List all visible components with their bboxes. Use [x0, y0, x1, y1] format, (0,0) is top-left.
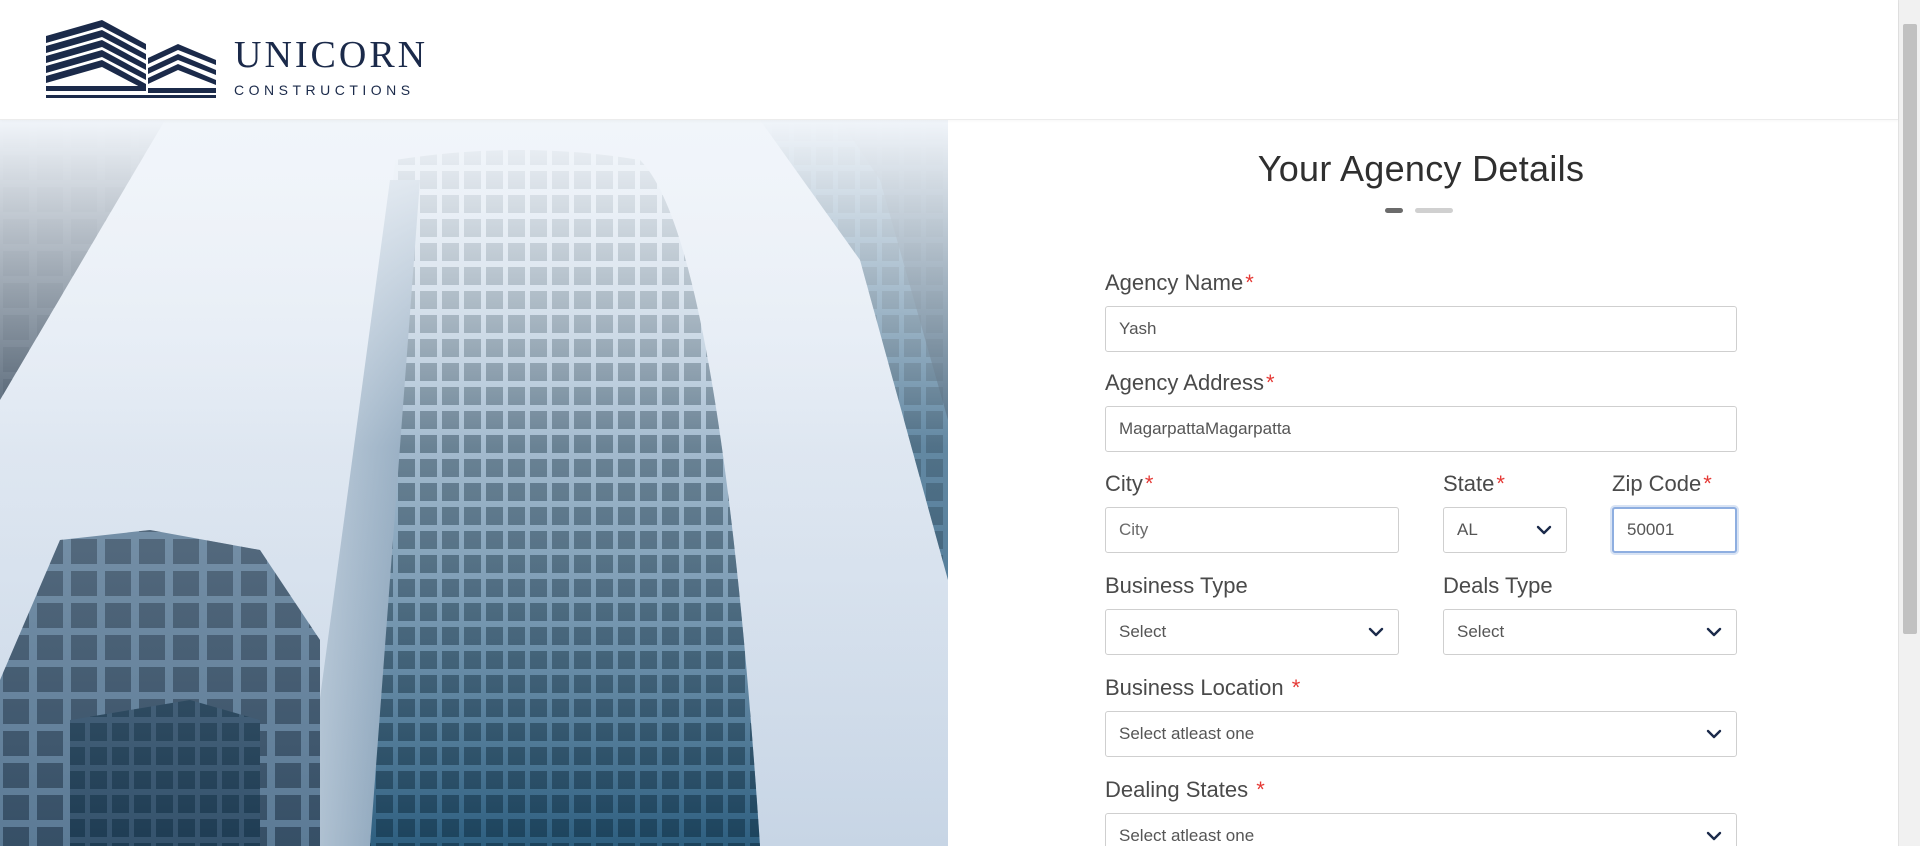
page-scrollbar[interactable]: [1898, 0, 1920, 846]
form-title: Your Agency Details: [1257, 148, 1585, 189]
zip-code-field: Zip Code* 50001: [1612, 471, 1737, 553]
city-label: City*: [1105, 471, 1154, 496]
step-indicator: [1385, 208, 1453, 213]
deals-type-field: Deals Type Select: [1443, 573, 1737, 655]
dealing-states-select[interactable]: Select atleast one: [1105, 813, 1737, 846]
brand-tagline: CONSTRUCTIONS: [234, 82, 415, 98]
hero-building-image: [0, 120, 948, 846]
business-location-select[interactable]: Select atleast one: [1105, 711, 1737, 757]
city-input[interactable]: City: [1105, 507, 1399, 553]
business-location-label: Business Location *: [1105, 675, 1301, 700]
state-label: State*: [1443, 471, 1505, 496]
agency-address-field: Agency Address* MagarpattaMagarpatta: [1105, 370, 1737, 452]
building-logo-icon: [46, 20, 216, 98]
agency-name-field: Agency Name* Yash: [1105, 270, 1737, 352]
brand-logo[interactable]: UNICORN CONSTRUCTIONS: [44, 18, 428, 100]
chevron-down-icon: [1536, 525, 1552, 535]
step-1-indicator[interactable]: [1385, 208, 1403, 213]
chevron-down-icon: [1706, 831, 1722, 841]
chevron-down-icon: [1706, 729, 1722, 739]
business-type-label: Business Type: [1105, 573, 1248, 598]
chevron-down-icon: [1706, 627, 1722, 637]
zip-code-input[interactable]: 50001: [1612, 507, 1737, 553]
city-field: City* City: [1105, 471, 1399, 553]
site-header: UNICORN CONSTRUCTIONS: [0, 0, 1898, 120]
chevron-down-icon: [1368, 627, 1384, 637]
agency-address-label: Agency Address*: [1105, 370, 1275, 395]
agency-form: Your Agency Details Agency Name* Yash Ag…: [948, 120, 1898, 846]
state-field: State* AL: [1443, 471, 1567, 553]
deals-type-label: Deals Type: [1443, 573, 1553, 598]
state-select[interactable]: AL: [1443, 507, 1567, 553]
agency-name-input[interactable]: Yash: [1105, 306, 1737, 352]
brand-name: UNICORN: [234, 34, 429, 76]
step-2-indicator[interactable]: [1415, 208, 1453, 213]
scrollbar-thumb[interactable]: [1903, 24, 1917, 634]
business-type-select[interactable]: Select: [1105, 609, 1399, 655]
dealing-states-field: Dealing States * Select atleast one: [1105, 777, 1737, 846]
zip-code-label: Zip Code*: [1612, 471, 1712, 496]
deals-type-select[interactable]: Select: [1443, 609, 1737, 655]
agency-address-input[interactable]: MagarpattaMagarpatta: [1105, 406, 1737, 452]
business-location-field: Business Location * Select atleast one: [1105, 675, 1737, 757]
business-type-field: Business Type Select: [1105, 573, 1399, 655]
dealing-states-label: Dealing States *: [1105, 777, 1265, 802]
agency-name-label: Agency Name*: [1105, 270, 1254, 295]
